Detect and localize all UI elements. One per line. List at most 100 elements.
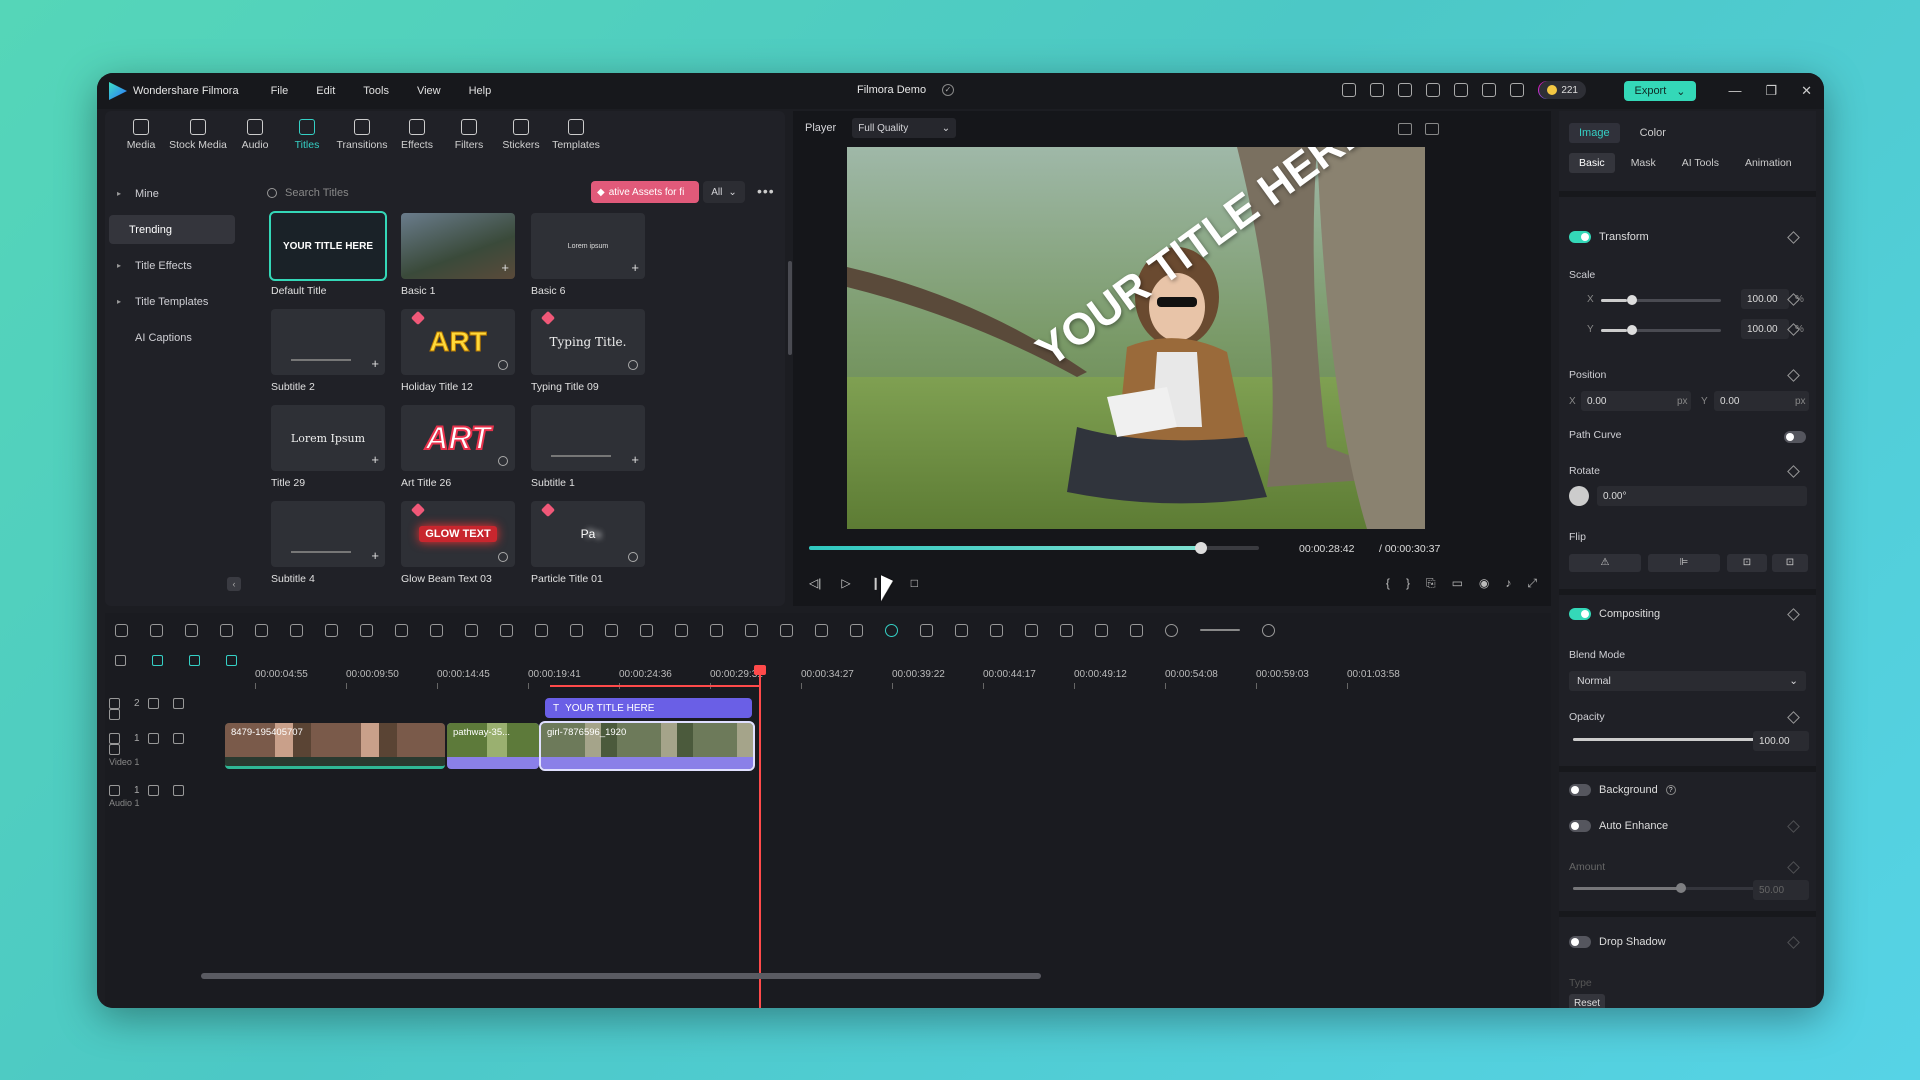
speed-icon[interactable] [430, 623, 443, 637]
detect-icon[interactable] [815, 623, 828, 637]
link-icon[interactable] [152, 655, 163, 666]
volume-icon[interactable] [173, 733, 185, 744]
compositing-toggle[interactable] [1569, 608, 1591, 620]
stop-icon[interactable]: □ [911, 576, 918, 590]
add-icon[interactable]: + [501, 260, 509, 275]
credits-badge[interactable]: 221 [1539, 81, 1586, 99]
scale-x-slider[interactable] [1601, 295, 1721, 305]
save-icon[interactable] [1426, 83, 1440, 97]
audio-tool-icon[interactable] [570, 623, 583, 637]
minimize-icon[interactable]: — [1728, 83, 1741, 99]
crop-icon[interactable] [325, 623, 338, 637]
maximize-icon[interactable]: ❐ [1765, 83, 1777, 99]
menu-tools[interactable]: Tools [363, 85, 389, 97]
send-icon[interactable] [1342, 83, 1356, 97]
split-icon[interactable] [290, 623, 303, 637]
title-card-subtitle-4[interactable]: + Subtitle 4 [271, 501, 385, 585]
monitor-icon[interactable]: ▭ [1452, 576, 1463, 591]
fullscreen-icon[interactable]: ⤢ [1527, 576, 1537, 591]
search-input[interactable]: Search Titles [259, 181, 589, 205]
apps-grid-icon[interactable] [1510, 83, 1524, 97]
lock-icon[interactable] [148, 733, 160, 744]
mask-icon[interactable] [605, 623, 618, 637]
export-button[interactable]: Export ⌄ [1624, 81, 1696, 101]
freeze-icon[interactable] [710, 623, 723, 637]
rotate-input[interactable]: 0.00° [1597, 486, 1807, 506]
shield-icon[interactable] [990, 623, 1003, 637]
playback-progress[interactable] [809, 542, 1259, 554]
keyframe-icon[interactable] [1787, 936, 1800, 949]
menu-edit[interactable]: Edit [316, 85, 335, 97]
keyframe-icon[interactable] [1787, 608, 1800, 621]
headset-icon[interactable] [1482, 83, 1496, 97]
title-card-art-26[interactable]: ART Art Title 26 [401, 405, 515, 489]
effects-tool-icon[interactable] [640, 623, 653, 637]
video-preview[interactable]: YOUR TITLE HERE [847, 147, 1425, 529]
tab-stickers[interactable]: Stickers [495, 119, 547, 151]
rotate-left-icon[interactable]: ⊡ [1727, 554, 1767, 572]
undo-icon[interactable] [185, 623, 198, 637]
download-icon[interactable] [498, 360, 508, 370]
tab-image[interactable]: Image [1569, 123, 1620, 143]
snap-icon[interactable] [189, 655, 200, 666]
image-view-icon[interactable] [1425, 123, 1439, 135]
quality-select[interactable]: Full Quality ⌄ [852, 118, 957, 138]
keyframe-icon[interactable] [1787, 369, 1800, 382]
slider-knob[interactable] [1676, 883, 1686, 893]
download-icon[interactable] [498, 552, 508, 562]
sidebar-item-ai-captions[interactable]: AI Captions [109, 323, 235, 352]
filter-select[interactable]: All ⌄ [703, 181, 745, 203]
download-icon[interactable] [628, 552, 638, 562]
download-icon[interactable] [498, 456, 508, 466]
rotate-dial[interactable] [1569, 486, 1589, 506]
scale-y-slider[interactable] [1601, 325, 1721, 335]
scale-x-input[interactable]: 100.00 [1741, 289, 1789, 309]
subtab-animation[interactable]: Animation [1735, 153, 1802, 173]
tab-titles[interactable]: Titles [281, 119, 333, 151]
title-card-subtitle-2[interactable]: + Subtitle 2 [271, 309, 385, 393]
title-card-particle-01[interactable]: Pa Particle Title 01 [531, 501, 645, 585]
mic-icon[interactable] [1025, 623, 1038, 637]
zoom-slider[interactable] [1200, 629, 1240, 631]
rotate-right-icon[interactable]: ⊡ [1772, 554, 1808, 572]
slider-knob[interactable] [1627, 295, 1638, 305]
adjust-icon[interactable] [535, 623, 548, 637]
motion-icon[interactable] [745, 623, 758, 637]
volume-icon[interactable]: ♪ [1505, 576, 1511, 591]
mark-out-icon[interactable]: } [1406, 576, 1410, 591]
add-icon[interactable]: + [371, 452, 379, 467]
keyframe-icon[interactable] [1787, 820, 1800, 833]
lock-icon[interactable] [148, 785, 160, 796]
title-card-glow-beam-03[interactable]: GLOW TEXT Glow Beam Text 03 [401, 501, 515, 585]
scale-y-input[interactable]: 100.00 [1741, 319, 1789, 339]
subtab-mask[interactable]: Mask [1621, 153, 1666, 173]
title-card-holiday-12[interactable]: ART Holiday Title 12 [401, 309, 515, 393]
lock-icon[interactable] [148, 698, 160, 709]
cloud-icon[interactable] [1454, 83, 1468, 97]
slider-knob[interactable] [1627, 325, 1638, 335]
sidebar-item-title-templates[interactable]: ▸ Title Templates [109, 287, 235, 316]
title-card-basic-1[interactable]: + Basic 1 [401, 213, 515, 297]
add-icon[interactable]: + [631, 260, 639, 275]
title-card-typing-09[interactable]: Typing Title. Typing Title 09 [531, 309, 645, 393]
subtab-basic[interactable]: Basic [1569, 153, 1615, 173]
select-tool-icon[interactable] [150, 623, 163, 637]
drop-shadow-toggle[interactable] [1569, 936, 1591, 948]
timeline-scrollbar[interactable] [201, 973, 1041, 979]
progress-knob[interactable] [1194, 542, 1207, 554]
title-card-basic-6[interactable]: Lorem ipsum + Basic 6 [531, 213, 645, 297]
sidebar-item-title-effects[interactable]: ▸ Title Effects [109, 251, 235, 280]
add-track-icon[interactable] [115, 655, 126, 666]
keyframe-icon[interactable] [1787, 861, 1800, 874]
tab-transitions[interactable]: Transitions [333, 119, 391, 151]
menu-help[interactable]: Help [469, 85, 492, 97]
snapshot-tool-icon[interactable] [920, 623, 933, 637]
tab-filters[interactable]: Filters [443, 119, 495, 151]
feedback-icon[interactable] [1370, 83, 1384, 97]
mixer-icon[interactable] [1060, 623, 1073, 637]
flip-vertical-icon[interactable]: ⊫ [1648, 554, 1720, 572]
promo-banner[interactable]: ◆ ative Assets for fi [591, 181, 699, 203]
path-curve-toggle[interactable] [1784, 431, 1806, 443]
replace-icon[interactable] [1130, 623, 1143, 637]
record-icon[interactable] [955, 623, 968, 637]
